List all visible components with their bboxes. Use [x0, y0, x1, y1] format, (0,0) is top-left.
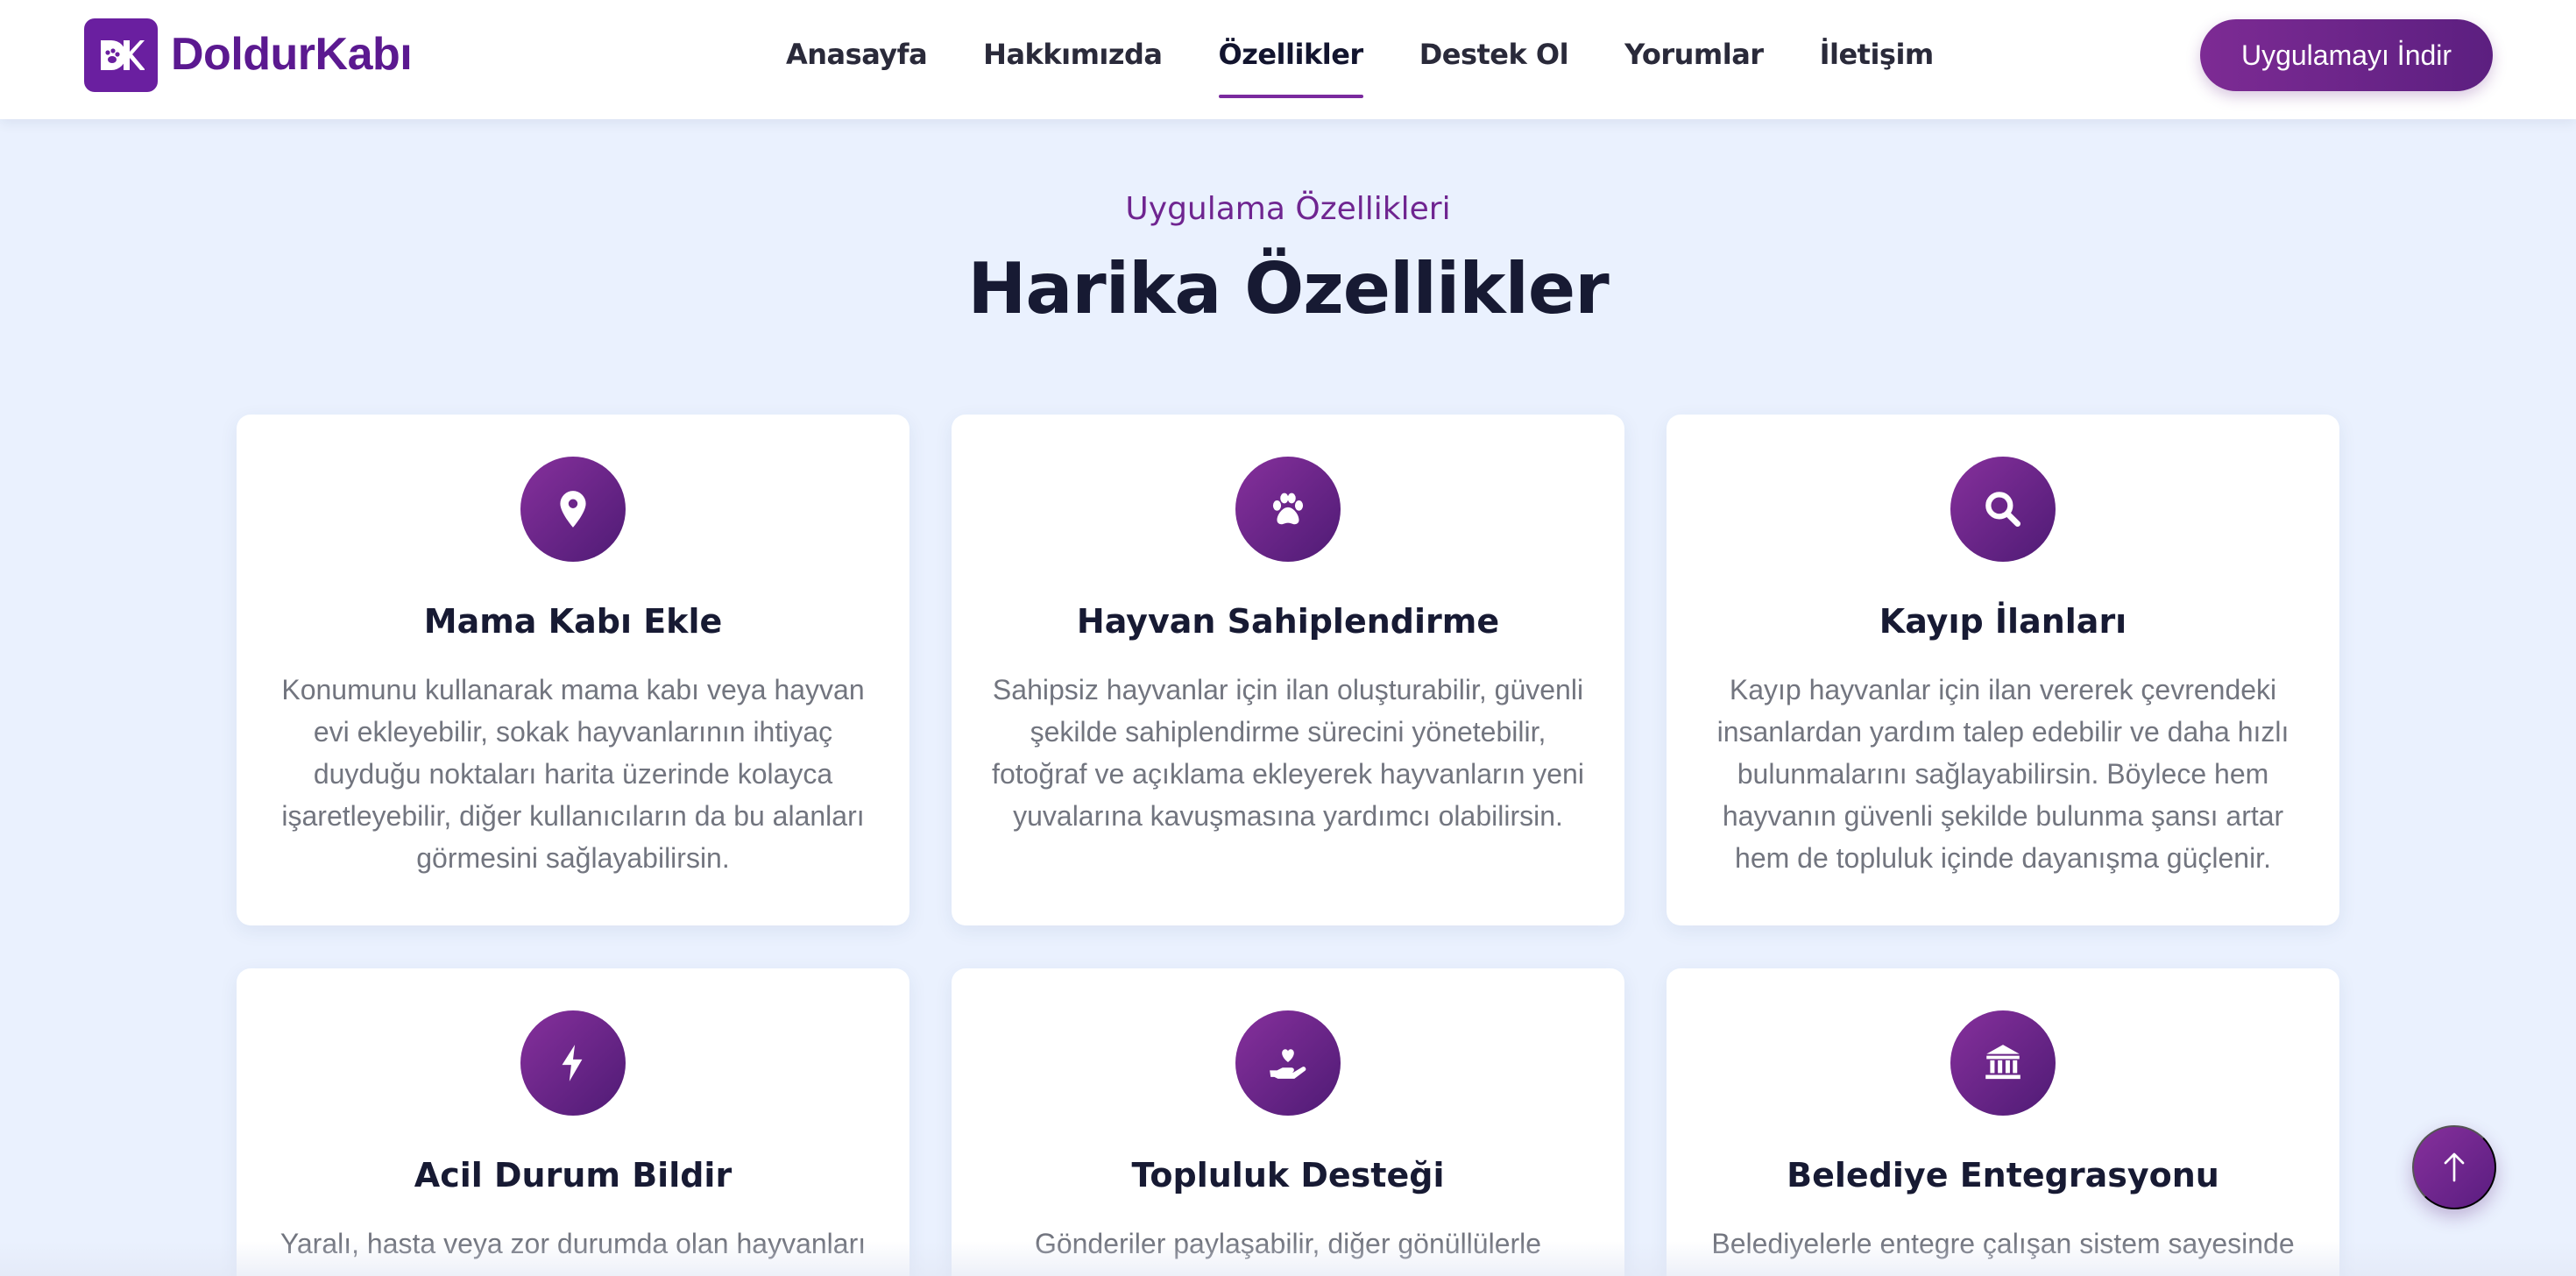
feature-card: Mama Kabı Ekle Konumunu kullanarak mama … [237, 415, 909, 925]
paw-icon [1235, 457, 1341, 562]
main-nav: Anasayfa Hakkımızda Özellikler Destek Ol… [786, 35, 1935, 98]
arrow-up-icon [2444, 1152, 2465, 1182]
feature-description: Gönderiler paylaşabilir, diğer gönüllüle… [1034, 1228, 1542, 1259]
nav-item-anasayfa[interactable]: Anasayfa [786, 35, 928, 88]
feature-description: Kayıp hayvanlar için ilan vererek çevren… [1716, 674, 2289, 874]
nav-item-yorumlar[interactable]: Yorumlar [1624, 35, 1764, 88]
feature-description: Konumunu kullanarak mama kabı veya hayva… [281, 674, 865, 874]
bank-icon [1950, 1010, 2056, 1116]
feature-title: Belediye Entegrasyonu [1787, 1156, 2219, 1194]
feature-card: Kayıp İlanları Kayıp hayvanlar için ilan… [1667, 415, 2339, 925]
bolt-icon [520, 1010, 626, 1116]
hand-heart-icon [1235, 1010, 1341, 1116]
logo-icon[interactable] [84, 18, 158, 92]
feature-card: Belediye Entegrasyonu Belediyelerle ente… [1667, 968, 2339, 1276]
feature-title: Hayvan Sahiplendirme [1076, 602, 1500, 641]
scroll-to-top-button[interactable] [2412, 1125, 2496, 1209]
feature-title: Topluluk Desteği [1131, 1156, 1445, 1194]
feature-title: Mama Kabı Ekle [423, 602, 723, 641]
section-eyebrow: Uygulama Özellikleri [1125, 191, 1451, 227]
brand-name[interactable]: DoldurKabı [171, 26, 413, 82]
map-pin-icon [520, 457, 626, 562]
feature-description: Belediyelerle entegre çalışan sistem say… [1711, 1228, 2295, 1259]
search-icon [1950, 457, 2056, 562]
feature-card: Topluluk Desteği Gönderiler paylaşabilir… [952, 968, 1624, 1276]
feature-card: Hayvan Sahiplendirme Sahipsiz hayvanlar … [952, 415, 1624, 925]
nav-item-iletisim[interactable]: İletişim [1820, 35, 1935, 88]
download-app-button[interactable]: Uygulamayı İndir [2200, 19, 2493, 91]
feature-title: Kayıp İlanları [1879, 602, 2127, 641]
feature-description: Sahipsiz hayvanlar için ilan oluşturabil… [992, 674, 1584, 832]
nav-item-ozellikler[interactable]: Özellikler [1218, 35, 1363, 98]
nav-item-hakkimizda[interactable]: Hakkımızda [983, 35, 1163, 88]
site-header: DoldurKabı Anasayfa Hakkımızda Özellikle… [0, 0, 2576, 119]
nav-item-destek-ol[interactable]: Destek Ol [1419, 35, 1569, 88]
feature-title: Acil Durum Bildir [414, 1156, 732, 1194]
feature-card: Acil Durum Bildir Yaralı, hasta veya zor… [237, 968, 909, 1276]
feature-description: Yaralı, hasta veya zor durumda olan hayv… [280, 1228, 867, 1259]
dk-logo-mark-icon [101, 40, 145, 70]
section-title: Harika Özellikler [967, 248, 1609, 330]
